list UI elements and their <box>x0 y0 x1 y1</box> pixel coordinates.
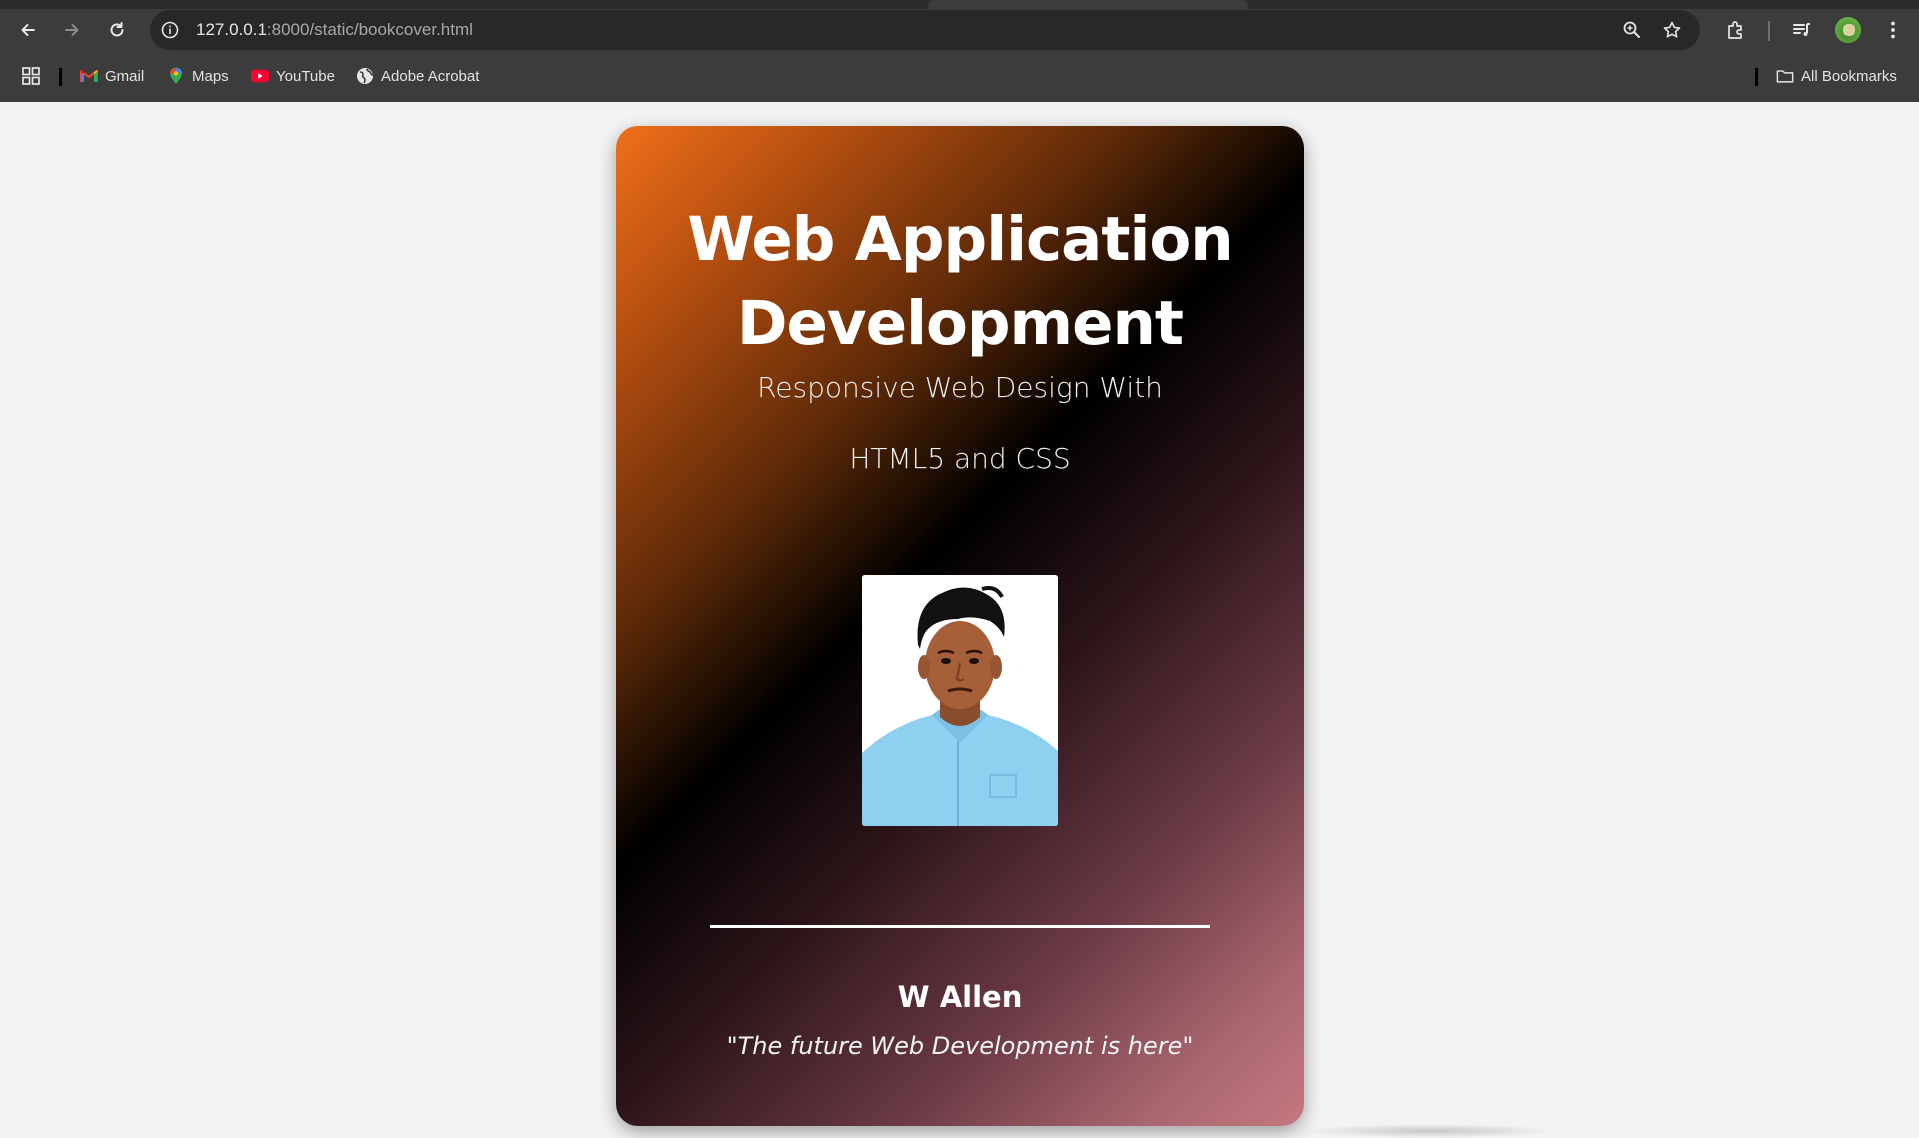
kebab-menu-icon <box>1891 21 1895 39</box>
avatar-face <box>1843 24 1855 36</box>
forward-button[interactable] <box>56 14 88 46</box>
reload-button[interactable] <box>101 14 133 46</box>
browser-chrome: 127.0.0.1:8000/static/bookcover.html Gma… <box>0 0 1919 102</box>
bookmark-maps[interactable]: Maps <box>167 64 229 88</box>
chrome-menu-button[interactable] <box>1880 17 1906 43</box>
shadow-decoration <box>1300 1124 1560 1138</box>
zoom-icon[interactable] <box>1622 20 1642 40</box>
page-viewport: Web Application Development Responsive W… <box>0 102 1919 1138</box>
reload-icon <box>110 22 124 37</box>
all-bookmarks-button[interactable]: All Bookmarks <box>1776 64 1897 88</box>
globe-icon <box>356 67 374 85</box>
url-path: :8000/static/bookcover.html <box>266 20 473 39</box>
book-title: Web Application Development <box>616 198 1304 366</box>
media-controls-button[interactable] <box>1789 17 1815 43</box>
address-bar[interactable]: 127.0.0.1:8000/static/bookcover.html <box>150 10 1700 50</box>
folder-icon <box>1776 67 1794 85</box>
author-portrait-image <box>862 575 1058 826</box>
url-text[interactable]: 127.0.0.1:8000/static/bookcover.html <box>196 20 473 40</box>
extensions-button[interactable] <box>1723 17 1749 43</box>
queue-music-icon <box>1793 23 1810 36</box>
gmail-icon <box>80 67 98 85</box>
back-arrow-icon <box>21 24 35 36</box>
puzzle-icon <box>1728 21 1742 39</box>
active-tab[interactable] <box>928 0 1248 9</box>
all-bookmarks-label: All Bookmarks <box>1801 67 1897 85</box>
book-subtitle-line-2: HTML5 and CSS <box>849 442 1071 475</box>
book-title-line-1: Web Application <box>687 204 1233 275</box>
divider-line <box>710 925 1210 928</box>
youtube-icon <box>251 67 269 85</box>
tagline-quote: "The future Web Development is here" <box>726 1032 1194 1060</box>
tab-strip <box>0 0 1919 9</box>
forward-arrow-icon <box>65 24 79 36</box>
bookmark-label: Gmail <box>105 67 145 85</box>
author-photo <box>862 575 1058 826</box>
book-title-line-2: Development <box>736 288 1184 359</box>
author-name: W Allen <box>897 980 1023 1014</box>
apps-grid-icon <box>22 67 40 85</box>
bookmark-youtube[interactable]: YouTube <box>251 64 335 88</box>
bookmarks-bar: Gmail Maps YouTube Adobe Acrobat All Boo… <box>0 60 1919 92</box>
bookmark-gmail[interactable]: Gmail <box>80 64 144 88</box>
url-host: 127.0.0.1 <box>196 20 267 39</box>
apps-button[interactable] <box>21 64 41 88</box>
bookmark-star-icon[interactable] <box>1662 20 1682 40</box>
bookmark-adobe-acrobat[interactable]: Adobe Acrobat <box>356 64 479 88</box>
toolbar-divider <box>1768 21 1770 41</box>
maps-icon <box>167 67 185 85</box>
book-cover: Web Application Development Responsive W… <box>616 126 1304 1126</box>
browser-toolbar: 127.0.0.1:8000/static/bookcover.html <box>0 9 1919 51</box>
profile-avatar[interactable] <box>1835 17 1861 43</box>
back-button[interactable] <box>12 14 44 46</box>
bookmark-label: Adobe Acrobat <box>381 67 480 85</box>
bookmark-label: Maps <box>192 67 229 85</box>
bookmark-label: YouTube <box>276 67 335 85</box>
bookmarks-separator <box>59 68 62 86</box>
site-info-icon[interactable] <box>160 20 180 40</box>
book-subtitle-line-1: Responsive Web Design With <box>757 371 1163 404</box>
bookmarks-separator-right <box>1755 68 1758 86</box>
